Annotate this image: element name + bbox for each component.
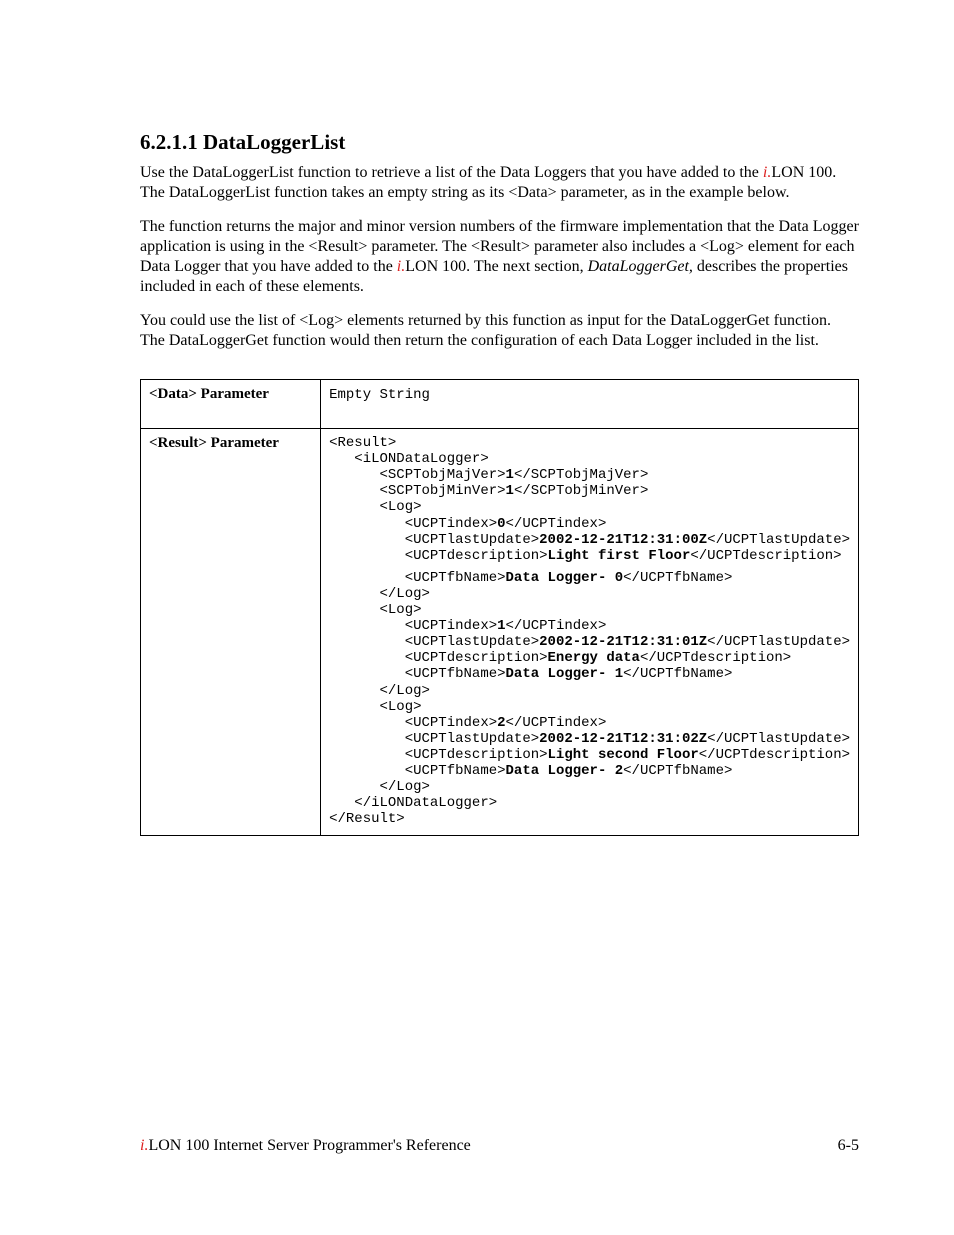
footer-text: LON 100 Internet Server Programmer's Ref…	[148, 1137, 470, 1154]
p2-ital-i: i.	[397, 258, 405, 275]
data-param-value: Empty String	[321, 380, 859, 429]
section-heading: 6.2.1.1 DataLoggerList	[140, 130, 859, 155]
footer-title: i.LON 100 Internet Server Programmer's R…	[140, 1137, 471, 1155]
table-row: <Result> Parameter <Result> <iLONDataLog…	[141, 429, 859, 836]
p2-ital: DataLoggerGet,	[588, 258, 693, 275]
parameter-table: <Data> Parameter Empty String <Result> P…	[140, 379, 859, 836]
xml-block: <Result> <iLONDataLogger> <SCPTobjMajVer…	[329, 435, 850, 827]
data-param-value-text: Empty String	[329, 387, 430, 403]
p1-text-a: Use the DataLoggerList function to retri…	[140, 164, 763, 181]
result-param-label: <Result> Parameter	[141, 429, 321, 836]
page-number: 6-5	[838, 1137, 859, 1155]
paragraph-2: The function returns the major and minor…	[140, 217, 859, 297]
table-row: <Data> Parameter Empty String	[141, 380, 859, 429]
document-page: 6.2.1.1 DataLoggerList Use the DataLogge…	[0, 0, 954, 1235]
paragraph-1: Use the DataLoggerList function to retri…	[140, 163, 859, 203]
result-param-value: <Result> <iLONDataLogger> <SCPTobjMajVer…	[321, 429, 859, 836]
paragraph-3: You could use the list of <Log> elements…	[140, 311, 859, 351]
p2-text-b: LON 100. The next section,	[405, 258, 587, 275]
page-footer: i.LON 100 Internet Server Programmer's R…	[140, 1137, 859, 1155]
data-param-label: <Data> Parameter	[141, 380, 321, 429]
